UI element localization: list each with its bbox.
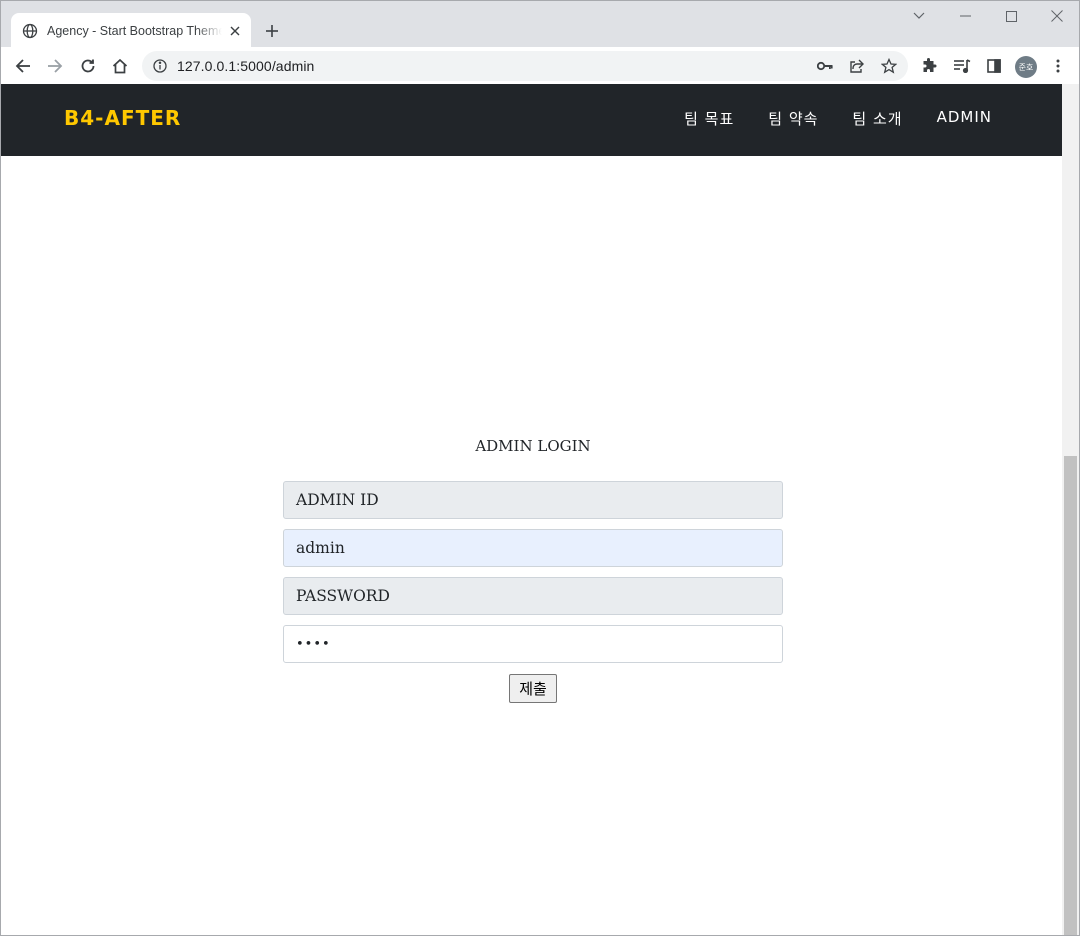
menu-kebab-icon[interactable] <box>1048 56 1068 76</box>
nav-link-team-goal[interactable]: 팀 목표 <box>684 108 734 129</box>
extensions-puzzle-icon[interactable] <box>919 56 939 76</box>
profile-avatar[interactable]: 준호 <box>1015 56 1037 78</box>
admin-id-label: ADMIN ID <box>283 481 783 519</box>
reload-icon[interactable] <box>74 52 102 80</box>
login-title: ADMIN LOGIN <box>475 437 591 455</box>
media-queue-icon[interactable] <box>952 56 972 76</box>
tab-close-icon[interactable] <box>227 23 243 39</box>
browser-toolbar: 127.0.0.1:5000/admin 준호 <box>1 47 1079 85</box>
forward-arrow-icon[interactable] <box>41 52 69 80</box>
nav-link-team-promise[interactable]: 팀 약속 <box>768 108 818 129</box>
side-panel-icon[interactable] <box>984 56 1004 76</box>
admin-id-input[interactable]: admin <box>283 529 783 567</box>
password-input[interactable]: •••• <box>283 625 783 663</box>
share-icon[interactable] <box>849 58 865 74</box>
password-mask: •••• <box>296 636 331 652</box>
url-text[interactable]: 127.0.0.1:5000/admin <box>177 58 314 74</box>
address-bar[interactable]: 127.0.0.1:5000/admin <box>142 51 908 81</box>
key-icon[interactable] <box>817 58 833 74</box>
submit-button[interactable]: 제출 <box>509 674 557 703</box>
brand-logo[interactable]: B4-AFTER <box>64 106 181 130</box>
tab-search-chevron-down-icon[interactable] <box>896 1 942 31</box>
nav-link-admin[interactable]: ADMIN <box>937 108 992 129</box>
password-label: PASSWORD <box>283 577 783 615</box>
scrollbar-thumb[interactable] <box>1064 456 1077 935</box>
home-icon[interactable] <box>106 52 134 80</box>
page-scrollbar[interactable] <box>1062 84 1079 935</box>
page-viewport: B4-AFTER 팀 목표 팀 약속 팀 소개 ADMIN ADMIN LOGI… <box>0 84 1080 936</box>
window-close-icon[interactable] <box>1034 1 1080 31</box>
browser-chrome: Agency - Start Bootstrap Theme 127.0.0.1… <box>0 0 1080 85</box>
minimize-icon[interactable] <box>942 1 988 31</box>
tab-title: Agency - Start Bootstrap Theme <box>47 23 222 38</box>
bookmark-star-icon[interactable] <box>881 58 897 74</box>
back-arrow-icon[interactable] <box>9 52 37 80</box>
globe-icon <box>22 23 38 39</box>
site-navbar: B4-AFTER 팀 목표 팀 약속 팀 소개 ADMIN <box>1 84 1063 156</box>
nav-link-team-intro[interactable]: 팀 소개 <box>852 108 902 129</box>
browser-tab[interactable]: Agency - Start Bootstrap Theme <box>11 13 251 48</box>
nav-links: 팀 목표 팀 약속 팀 소개 ADMIN <box>650 108 992 129</box>
maximize-icon[interactable] <box>988 1 1034 31</box>
new-tab-plus-icon[interactable] <box>259 18 285 44</box>
info-icon[interactable] <box>153 59 167 73</box>
